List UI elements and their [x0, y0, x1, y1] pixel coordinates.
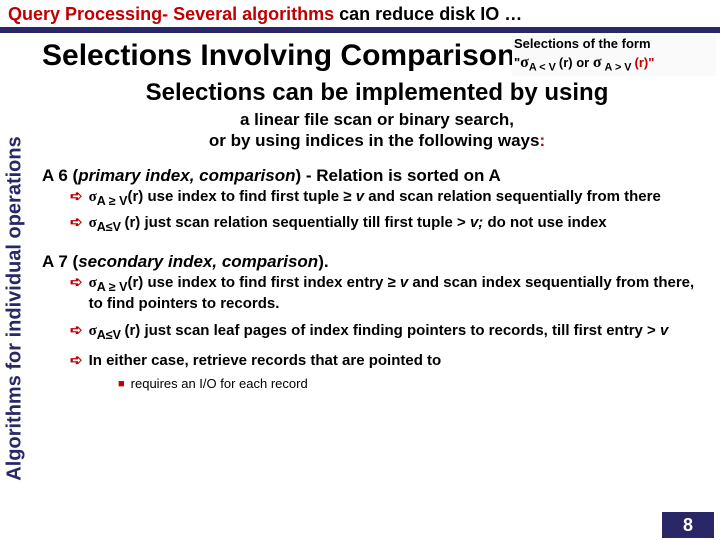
a6-heading: A 6 (primary index, comparison) - Relati… [42, 166, 712, 186]
square-icon: ■ [118, 378, 125, 390]
a6-bullet-2: ➪ σA≤V (r) just scan relation sequential… [70, 214, 712, 234]
a7-sub-bullet: ■ requires an I/O for each record [118, 376, 712, 391]
a7-bullet-2: ➪ σA≤V (r) just scan leaf pages of index… [70, 322, 712, 342]
subtitle-2: a linear file scan or binary search, or … [42, 109, 712, 152]
header-text-3: can reduce disk IO … [334, 4, 522, 24]
arrow-icon: ➪ [70, 274, 83, 291]
header-text-1: Query Processing- [8, 4, 168, 24]
slide-content: Selections of the form "σA < V (r) or σ … [34, 33, 720, 391]
arrow-icon: ➪ [70, 188, 83, 205]
a6-bullet-1: ➪ σA ≥ V(r) use index to find first tupl… [70, 188, 712, 208]
header-text-2: Several algorithms [168, 4, 334, 24]
a7-bullet-3: ➪ In either case, retrieve records that … [70, 352, 712, 369]
page-number: 8 [662, 512, 714, 538]
selection-form-box: Selections of the form "σA < V (r) or σ … [512, 35, 716, 76]
arrow-icon: ➪ [70, 214, 83, 231]
algo-a6: A 6 (primary index, comparison) - Relati… [42, 166, 712, 235]
vertical-side-label: Algorithms for individual operations [0, 73, 30, 540]
header-bar: Query Processing- Several algorithms can… [0, 0, 720, 27]
side-label-text: Algorithms for individual operations [4, 136, 27, 480]
form-line1: Selections of the form [514, 36, 714, 53]
arrow-icon: ➪ [70, 322, 83, 339]
subtitle-1: Selections can be implemented by using [42, 79, 712, 107]
arrow-icon: ➪ [70, 352, 83, 369]
a7-bullet-1: ➪ σA ≥ V(r) use index to find first inde… [70, 274, 712, 312]
algo-a7: A 7 (secondary index, comparison). ➪ σA … [42, 252, 712, 390]
a7-heading: A 7 (secondary index, comparison). [42, 252, 712, 272]
form-line2: "σA < V (r) or σ A > V (r)" [514, 53, 714, 75]
